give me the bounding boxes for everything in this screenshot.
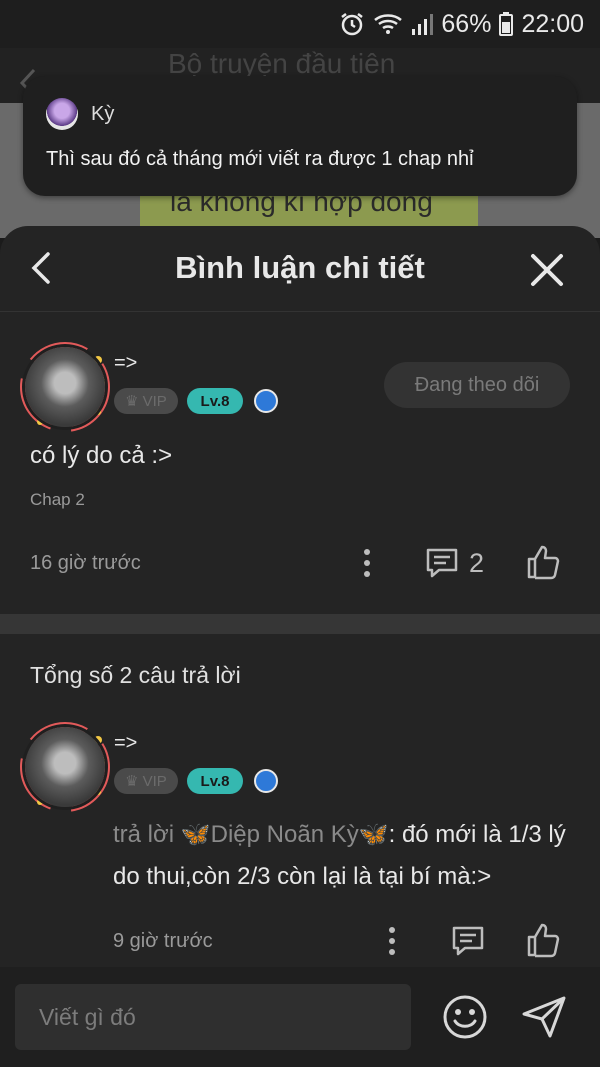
crown-icon: ♛ [125,773,139,790]
close-icon[interactable] [527,250,567,290]
vip-label: VIP [142,392,167,410]
user-avatar[interactable] [25,347,105,427]
comment-composer: Viết gì đó [0,967,600,1067]
notification-avatar [46,98,78,130]
butterfly-icon: 🦋 [180,821,211,848]
verified-badge-icon [254,389,278,413]
notification-sender: Kỳ [91,103,115,125]
notification-message: Thì sau đó cả tháng mới viết ra được 1 c… [46,148,474,170]
comment-detail-sheet: Bình luận chi tiết => ♛ VIP Lv.8 Đang the… [0,226,600,1067]
battery-icon [499,12,514,36]
comment-input[interactable]: Viết gì đó [15,984,411,1050]
battery-percent: 66% [441,9,492,38]
more-icon[interactable] [384,926,400,956]
reply-user-avatar[interactable] [25,727,105,807]
section-separator [0,614,600,634]
comment-chapter[interactable]: Chap 2 [30,490,85,510]
reply-username[interactable]: => [114,732,137,755]
reply-count: 2 [469,548,485,578]
reply-prefix: trả lời [113,821,181,848]
notification-toast[interactable]: Kỳ Thì sau đó cả tháng mới viết ra được … [23,76,577,196]
total-replies: Tổng số 2 câu trả lời [30,662,241,688]
sheet-header: Bình luận chi tiết [0,226,600,312]
vip-badge: ♛ VIP [114,388,178,414]
level-badge: Lv.8 [187,768,243,794]
signal-icon [412,14,434,35]
vip-label: VIP [142,772,167,790]
wifi-icon [374,14,403,34]
reply-time: 9 giờ trước [113,930,213,952]
like-icon[interactable] [525,922,561,958]
following-button[interactable]: Đang theo dõi [384,362,570,408]
send-icon[interactable] [520,994,568,1040]
level-badge: Lv.8 [187,388,243,414]
verified-badge-icon [254,769,278,793]
reply-icon[interactable] [425,546,459,580]
comment-time: 16 giờ trước [30,552,141,574]
like-icon[interactable] [525,544,561,580]
sheet-title: Bình luận chi tiết [175,250,425,285]
reply-target[interactable]: Diệp Noãn Kỳ [211,821,359,848]
vip-badge: ♛ VIP [114,768,178,794]
crown-icon: ♛ [125,393,139,410]
alarm-icon [341,13,364,36]
clock: 22:00 [521,9,584,38]
butterfly-icon: 🦋 [358,821,389,848]
reply-text: trả lời 🦋Diệp Noãn Kỳ🦋: đó mới là 1/3 lý… [113,814,583,898]
emoji-icon[interactable] [442,994,488,1040]
more-icon[interactable] [359,548,375,578]
header-divider [0,311,600,312]
comment-text: có lý do cả :> [30,442,173,469]
status-bar: 66% 22:00 [0,0,600,48]
reply-icon[interactable] [451,924,485,958]
comment-username[interactable]: => [114,352,137,375]
